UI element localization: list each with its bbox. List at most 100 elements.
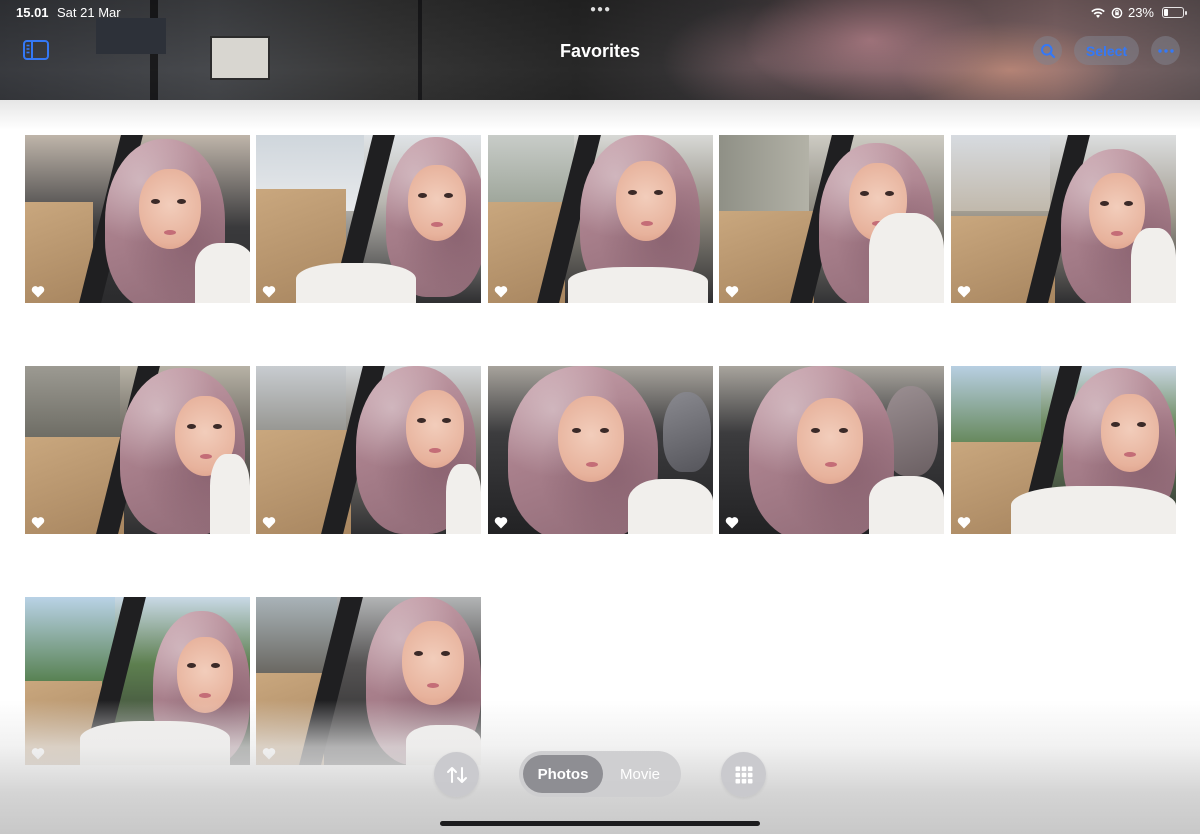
- photo-lip: [427, 683, 439, 688]
- photo-lip: [586, 462, 598, 467]
- photo-face: [558, 396, 624, 482]
- photo-thumbnail[interactable]: [488, 366, 713, 534]
- photo-sky: [488, 135, 574, 211]
- photo-eye: [839, 428, 848, 433]
- photo-face: [139, 169, 201, 249]
- photo-shirt: [1011, 486, 1176, 534]
- heart-icon: [725, 517, 739, 529]
- photo-lip: [199, 693, 211, 698]
- photo-eye: [860, 191, 869, 196]
- photo-eye: [444, 193, 453, 198]
- heart-icon: [494, 517, 508, 529]
- photo-thumbnail[interactable]: [256, 366, 481, 534]
- page-title: Favorites: [559, 41, 641, 61]
- photos-app-screen: 15.01 Sat 21 Mar ●●● 23% Favorites Selec…: [0, 0, 1200, 834]
- multitasking-dots-icon[interactable]: ●●●: [590, 4, 611, 15]
- photo-lip: [1124, 452, 1136, 457]
- photo-shirt: [195, 243, 250, 303]
- photo-shirt: [446, 464, 481, 534]
- photo-shirt: [869, 213, 944, 303]
- photo-sky: [951, 135, 1050, 211]
- select-button[interactable]: Select: [1074, 36, 1139, 65]
- photo-shirt: [568, 267, 708, 303]
- more-button[interactable]: [1151, 36, 1180, 65]
- status-date: Sat 21 Mar: [57, 5, 121, 20]
- photo-eye: [1124, 201, 1133, 206]
- photo-eye: [1137, 422, 1146, 427]
- heart-icon: [725, 286, 739, 298]
- home-indicator[interactable]: [440, 821, 760, 826]
- photo-thumbnail[interactable]: [951, 135, 1176, 303]
- photo-thumbnail[interactable]: [719, 366, 944, 534]
- photo-eye: [187, 424, 196, 429]
- heart-icon: [31, 517, 45, 529]
- sort-arrows-icon: [446, 766, 467, 783]
- photo-lip: [641, 221, 653, 226]
- photo-eye: [1100, 201, 1109, 206]
- photo-eye: [213, 424, 222, 429]
- photo-thumbnail[interactable]: [25, 366, 250, 534]
- photo-face: [402, 621, 464, 705]
- search-button[interactable]: [1033, 36, 1062, 65]
- photo-eye: [1111, 422, 1120, 427]
- photo-sky: [25, 597, 115, 690]
- photo-background-person: [663, 392, 711, 472]
- photo-shirt: [628, 479, 713, 534]
- photo-thumbnail[interactable]: [25, 135, 250, 303]
- battery-icon: [1162, 7, 1187, 18]
- view-segmented-control: Photos Movie: [519, 751, 681, 797]
- photo-lip: [1111, 231, 1123, 236]
- more-icon: [1157, 48, 1174, 53]
- photo-face: [408, 165, 466, 241]
- photo-shirt: [210, 454, 250, 534]
- photo-lip: [825, 462, 837, 467]
- heart-icon: [957, 517, 971, 529]
- search-icon: [1040, 43, 1055, 58]
- photo-shirt: [296, 263, 416, 303]
- photo-eye: [654, 190, 663, 195]
- photo-thumbnail[interactable]: [488, 135, 713, 303]
- heart-icon: [31, 286, 45, 298]
- header-fade: [0, 100, 1200, 130]
- photo-face: [616, 161, 676, 241]
- grid-layout-button[interactable]: [721, 752, 766, 797]
- photo-eye: [572, 428, 581, 433]
- photo-eye: [177, 199, 186, 204]
- wifi-icon: [1091, 7, 1105, 18]
- photo-eye: [811, 428, 820, 433]
- photo-eye: [628, 190, 637, 195]
- photo-thumbnail[interactable]: [719, 135, 944, 303]
- photo-eye: [417, 418, 426, 423]
- photo-lip: [431, 222, 443, 227]
- heart-icon: [494, 286, 508, 298]
- photo-thumbnail[interactable]: [256, 135, 481, 303]
- photo-sky: [25, 366, 120, 442]
- battery-percent: 23%: [1127, 5, 1154, 20]
- photo-face: [797, 398, 863, 484]
- photo-eye: [151, 199, 160, 204]
- photo-lip: [164, 230, 176, 235]
- segment-photos[interactable]: Photos: [523, 755, 603, 793]
- grid-icon: [735, 766, 752, 783]
- status-right: 23%: [1090, 5, 1187, 20]
- photo-thumbnail[interactable]: [951, 366, 1176, 534]
- photo-eye: [885, 191, 894, 196]
- photo-face: [406, 390, 464, 468]
- photo-eye: [441, 651, 450, 656]
- photo-eye: [600, 428, 609, 433]
- photo-lip: [200, 454, 212, 459]
- photo-eye: [418, 193, 427, 198]
- heart-icon: [262, 517, 276, 529]
- heart-icon: [957, 286, 971, 298]
- battery-fill: [1164, 9, 1168, 16]
- photo-eye: [187, 663, 196, 668]
- photo-sky: [951, 366, 1041, 450]
- orientation-lock-icon: [1111, 7, 1123, 18]
- photo-shirt: [869, 476, 944, 534]
- status-bar: 15.01 Sat 21 Mar ●●● 23%: [16, 4, 1187, 21]
- photo-face: [1101, 394, 1159, 472]
- photo-lip: [429, 448, 441, 453]
- sort-button[interactable]: [434, 752, 479, 797]
- photo-eye: [442, 418, 451, 423]
- segment-movie[interactable]: Movie: [603, 755, 677, 793]
